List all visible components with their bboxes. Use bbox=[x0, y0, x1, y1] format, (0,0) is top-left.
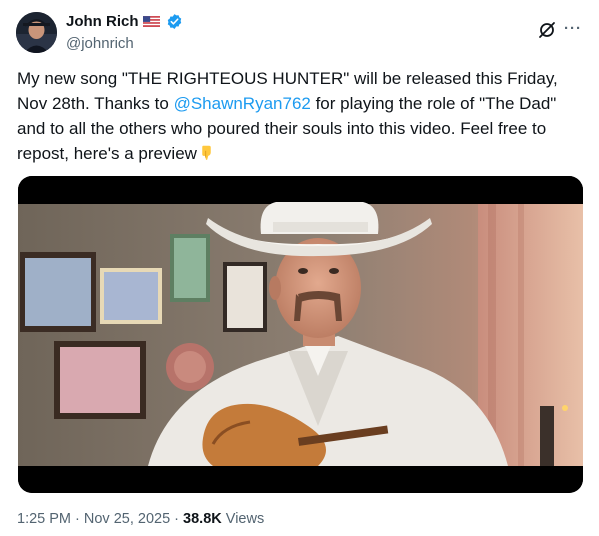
grok-icon bbox=[539, 22, 555, 38]
author-handle[interactable]: @johnrich bbox=[66, 35, 134, 52]
grok-button[interactable] bbox=[537, 20, 557, 40]
video-preview[interactable] bbox=[18, 176, 583, 493]
author-avatar[interactable] bbox=[16, 12, 57, 53]
tweet-time[interactable]: 1:25 PM bbox=[17, 511, 71, 527]
meta-separator: · bbox=[71, 511, 84, 527]
avatar-image bbox=[16, 12, 57, 53]
pointing-down-emoji bbox=[202, 145, 211, 160]
author-name[interactable]: John Rich bbox=[66, 13, 139, 30]
more-options-button[interactable]: ··· bbox=[562, 18, 584, 40]
views-count: 38.8K bbox=[183, 511, 222, 527]
verified-badge-icon[interactable] bbox=[166, 13, 183, 30]
views-label: Views bbox=[221, 511, 265, 527]
meta-separator: · bbox=[170, 511, 184, 527]
tweet-meta: 1:25 PM · Nov 25, 2025 · 38.8K Views bbox=[17, 511, 264, 527]
tweet-date[interactable]: Nov 25, 2025 bbox=[84, 511, 170, 527]
mention-link[interactable]: @ShawnRyan762 bbox=[174, 94, 311, 113]
video-thumbnail bbox=[18, 176, 583, 493]
tweet-text: My new song "THE RIGHTEOUS HUNTER" will … bbox=[17, 66, 587, 166]
author-name-row: John Rich bbox=[66, 13, 183, 30]
us-flag-icon bbox=[142, 16, 160, 27]
